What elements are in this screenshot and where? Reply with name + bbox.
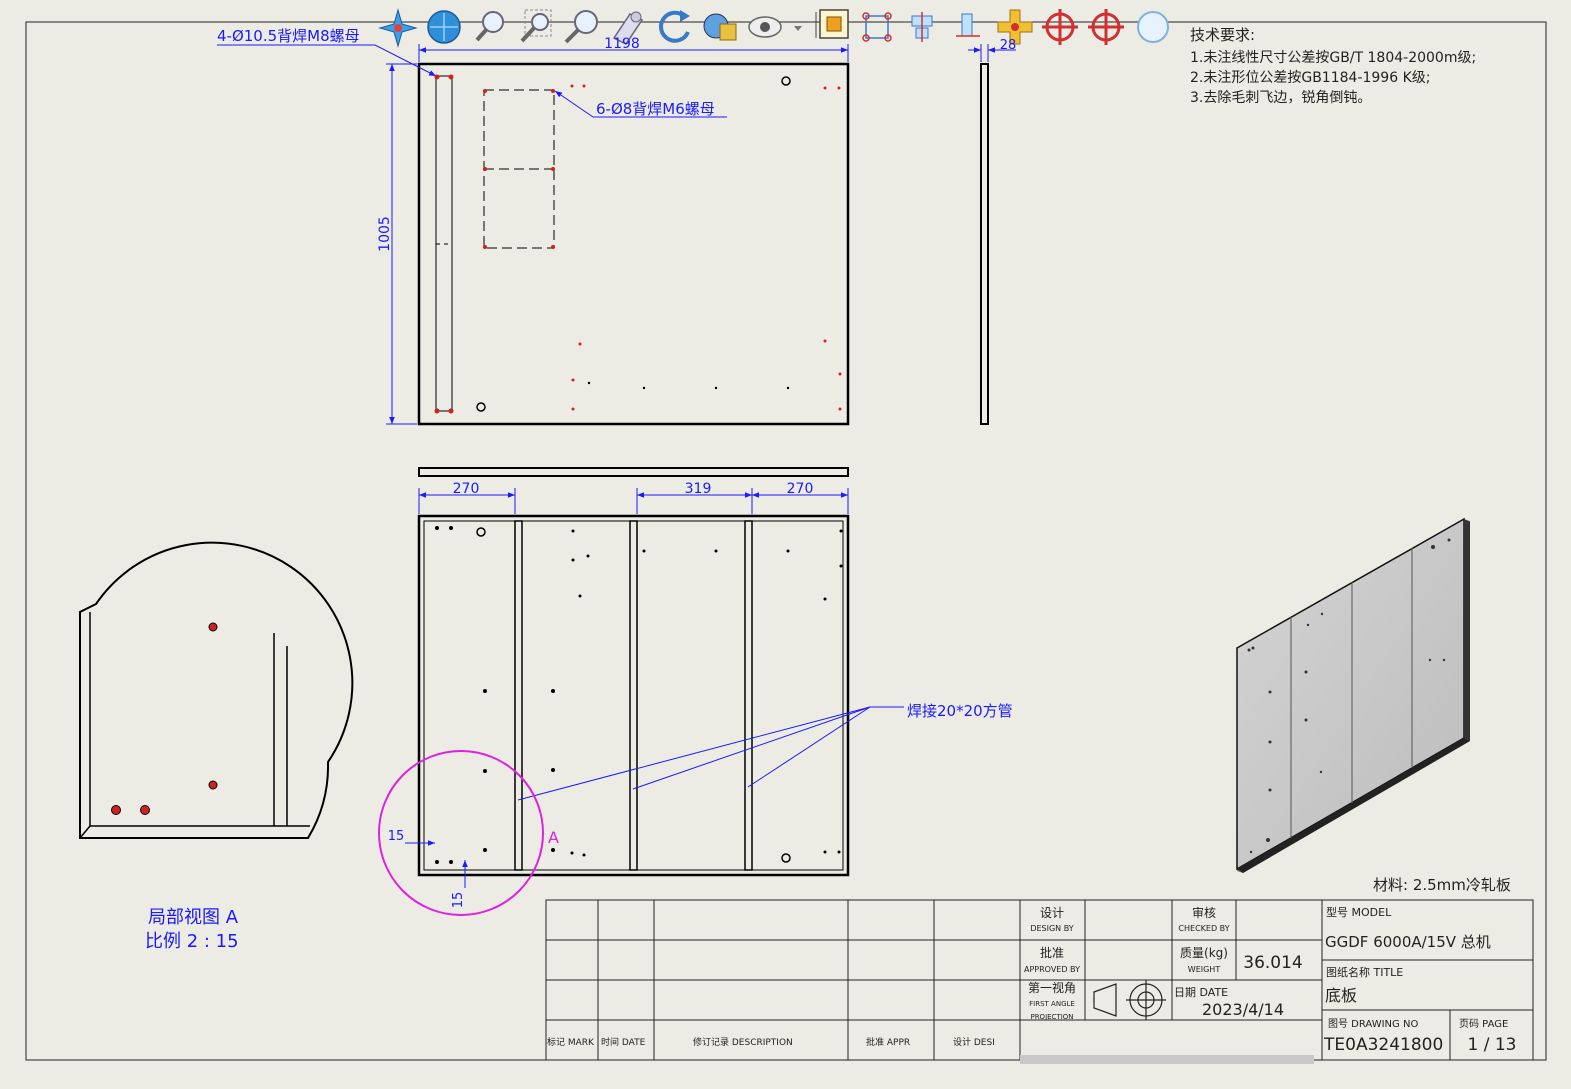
isometric-view xyxy=(1236,517,1470,873)
title-value: 底板 xyxy=(1325,986,1357,1005)
align-vertical-icon[interactable] xyxy=(956,13,980,37)
svg-text:6-Ø8背焊M6螺母: 6-Ø8背焊M6螺母 xyxy=(596,100,715,118)
dim-offset-x-text: 15 xyxy=(388,829,405,844)
first-angle-projection-icon xyxy=(1093,980,1166,1020)
select-bounding-icon[interactable] xyxy=(862,12,892,42)
rev-appr-header: 批准 APPR xyxy=(866,1036,910,1048)
apply-scene-icon[interactable] xyxy=(703,13,737,41)
view-toolbar xyxy=(378,8,1169,48)
projection-label: 第一视角 xyxy=(1028,980,1076,995)
tech-requirements: 技术要求: 1.未注线性尺寸公差按GB/T 1804-2000m级; 2.未注形… xyxy=(1190,26,1476,106)
material-note: 材料: 2.5mm冷轧板 xyxy=(1373,876,1511,894)
callout-weld-tube: 焊接20*20方管 xyxy=(517,702,1013,801)
title-label: 图纸名称 TITLE xyxy=(1326,965,1403,979)
dim-seg-left-text: 270 xyxy=(453,481,480,497)
rev-description-header: 修订记录 DESCRIPTION xyxy=(693,1036,793,1048)
center-mark-icon[interactable] xyxy=(1042,9,1078,45)
approved-by-en: APPROVED BY xyxy=(1024,965,1080,974)
checked-by-en: CHECKED BY xyxy=(1178,924,1229,933)
model-value: GGDF 6000A/15V 总机 xyxy=(1325,933,1491,951)
svg-text:技术要求:: 技术要求: xyxy=(1190,26,1255,44)
dimension-width: 1198 xyxy=(418,36,849,62)
approved-by-label: 批准 xyxy=(1040,945,1064,960)
svg-text:1.未注线性尺寸公差按GB/T 1804-2000m级;: 1.未注线性尺寸公差按GB/T 1804-2000m级; xyxy=(1190,50,1476,66)
detail-view-scale: 比例 2 : 15 xyxy=(145,931,239,952)
svg-text:A: A xyxy=(548,828,559,847)
model-label: 型号 MODEL xyxy=(1326,905,1392,919)
rev-desi-header: 设计 DESI xyxy=(953,1036,995,1048)
design-by-label: 设计 xyxy=(1040,906,1064,920)
page-label: 页码 PAGE xyxy=(1459,1018,1508,1030)
display-style-icon[interactable] xyxy=(427,10,461,44)
dim-seg-mid-text: 319 xyxy=(685,481,712,497)
circle-tool-icon[interactable] xyxy=(1137,11,1169,43)
detail-view-a xyxy=(79,541,354,839)
date-value: 2023/4/14 xyxy=(1202,1000,1284,1019)
edit-appearance-icon[interactable] xyxy=(815,9,849,39)
page-value: 1 / 13 xyxy=(1468,1035,1517,1055)
zoom-to-fit-icon[interactable] xyxy=(475,11,504,42)
callout-m6-nut: 6-Ø8背焊M6螺母 xyxy=(554,90,727,118)
dim-width-text: 1198 xyxy=(604,36,640,52)
checked-by-label: 审核 xyxy=(1192,905,1216,920)
zoom-in-out-icon[interactable] xyxy=(564,10,598,44)
view-orientation-icon[interactable] xyxy=(378,8,418,48)
rev-date-header: 时间 DATE xyxy=(601,1036,646,1048)
design-by-en: DESIGN BY xyxy=(1030,924,1073,933)
svg-text:4-Ø10.5背焊M8螺母: 4-Ø10.5背焊M8螺母 xyxy=(217,27,360,45)
drawing-sheet: 1198 1005 4-Ø10.5背焊M8螺母 6-Ø8背焊M6螺母 28 27… xyxy=(25,8,1547,1064)
sheet-border xyxy=(25,21,1547,1061)
svg-text:焊接20*20方管: 焊接20*20方管 xyxy=(907,702,1013,720)
drawing-no-value: TE0A3241800 xyxy=(1323,1035,1443,1055)
align-horizontal-icon[interactable] xyxy=(911,12,933,42)
side-view: 28 xyxy=(968,38,1017,425)
detail-circle-a: A 15 15 xyxy=(378,750,559,916)
front-view xyxy=(417,62,850,426)
dimension-segments xyxy=(418,488,849,514)
weight-en: WEIGHT xyxy=(1188,965,1221,974)
top-edge-view xyxy=(418,467,849,477)
title-block-scrollbar[interactable] xyxy=(1020,1055,1314,1064)
dim-offset-y-text: 15 xyxy=(451,892,466,909)
dim-height-text: 1005 xyxy=(377,216,393,252)
rev-mark-header: 标记 MARK xyxy=(547,1036,595,1048)
callout-m8-nut: 4-Ø10.5背焊M8螺母 xyxy=(217,27,437,77)
svg-text:3.去除毛刺飞边，锐角倒钝。: 3.去除毛刺飞边，锐角倒钝。 xyxy=(1190,90,1371,106)
center-mark-alt-icon[interactable] xyxy=(1088,9,1124,45)
detail-view-title: 局部视图 A xyxy=(148,907,239,928)
weight-label: 质量(kg) xyxy=(1180,946,1228,960)
dimension-height: 1005 xyxy=(377,63,417,425)
drawing-no-label: 图号 DRAWING NO xyxy=(1328,1018,1418,1030)
zoom-to-area-icon[interactable] xyxy=(520,9,552,43)
dim-seg-right-text: 270 xyxy=(787,481,814,497)
hide-show-icon[interactable] xyxy=(748,16,802,38)
projection-en-2: PROJECTION xyxy=(1030,1013,1073,1021)
rear-view xyxy=(417,514,850,877)
projection-en-1: FIRST ANGLE xyxy=(1029,1000,1075,1008)
refresh-icon[interactable] xyxy=(659,10,690,43)
weight-value: 36.014 xyxy=(1243,953,1302,973)
date-label: 日期 DATE xyxy=(1174,986,1228,999)
dim-thickness-text: 28 xyxy=(1000,38,1017,53)
svg-text:2.未注形位公差按GB1184-1996 K级;: 2.未注形位公差按GB1184-1996 K级; xyxy=(1190,70,1430,86)
